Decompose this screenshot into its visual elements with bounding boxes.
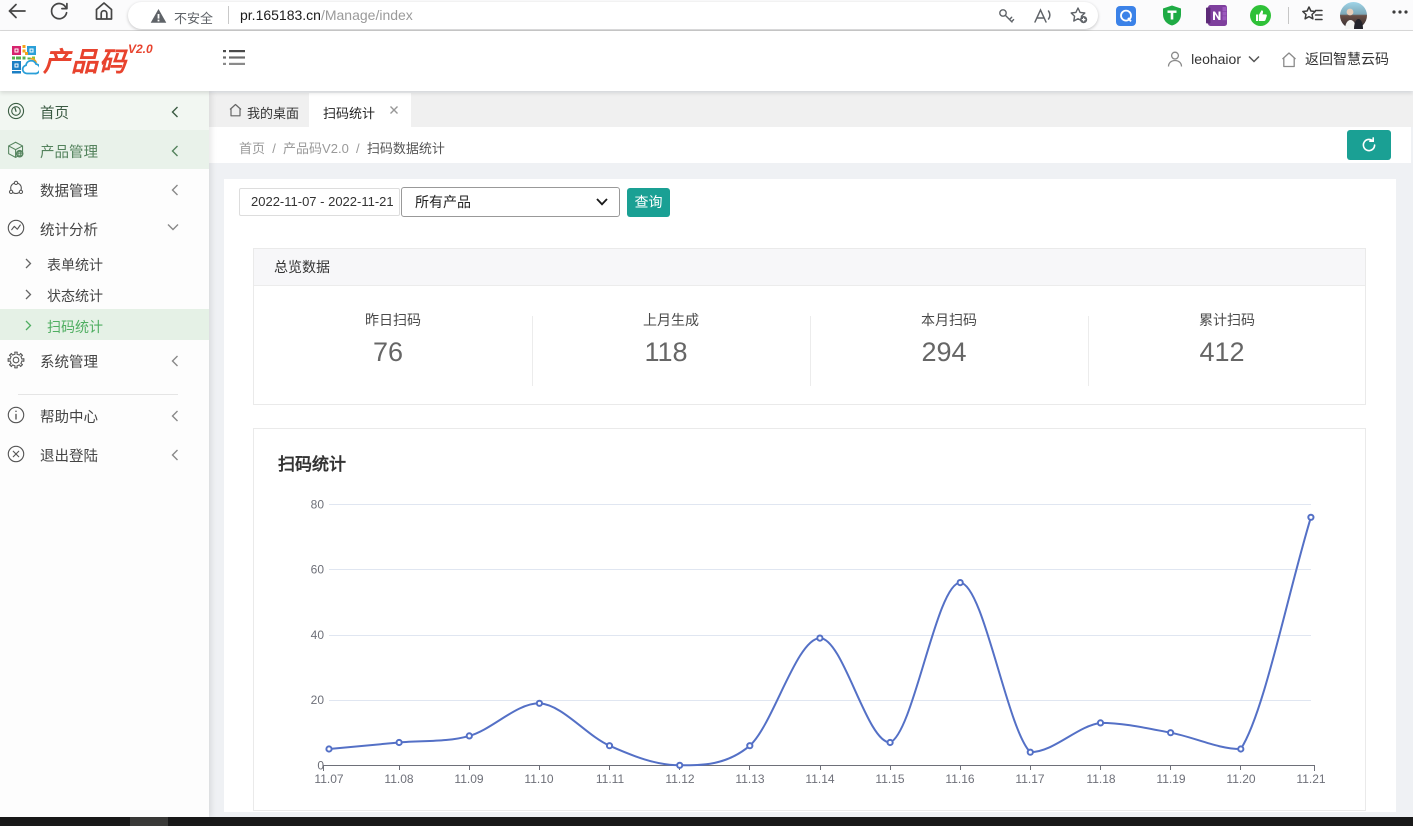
svg-text:11.12: 11.12 [665, 772, 694, 786]
svg-text:40: 40 [311, 628, 325, 642]
svg-text:11.14: 11.14 [805, 772, 834, 786]
svg-text:11.09: 11.09 [454, 772, 483, 786]
svg-text:80: 80 [311, 498, 325, 512]
svg-text:11.19: 11.19 [1156, 772, 1185, 786]
svg-text:11.10: 11.10 [524, 772, 553, 786]
svg-text:60: 60 [311, 563, 325, 577]
svg-text:11.11: 11.11 [596, 772, 625, 786]
svg-text:11.17: 11.17 [1015, 772, 1044, 786]
svg-text:11.21: 11.21 [1296, 772, 1325, 786]
svg-text:11.18: 11.18 [1086, 772, 1115, 786]
svg-text:11.20: 11.20 [1226, 772, 1255, 786]
svg-text:11.16: 11.16 [945, 772, 974, 786]
svg-text:11.07: 11.07 [314, 772, 343, 786]
svg-text:11.15: 11.15 [875, 772, 904, 786]
svg-text:11.08: 11.08 [384, 772, 413, 786]
svg-text:0: 0 [317, 759, 324, 773]
svg-text:11.13: 11.13 [735, 772, 764, 786]
svg-text:20: 20 [311, 693, 325, 707]
